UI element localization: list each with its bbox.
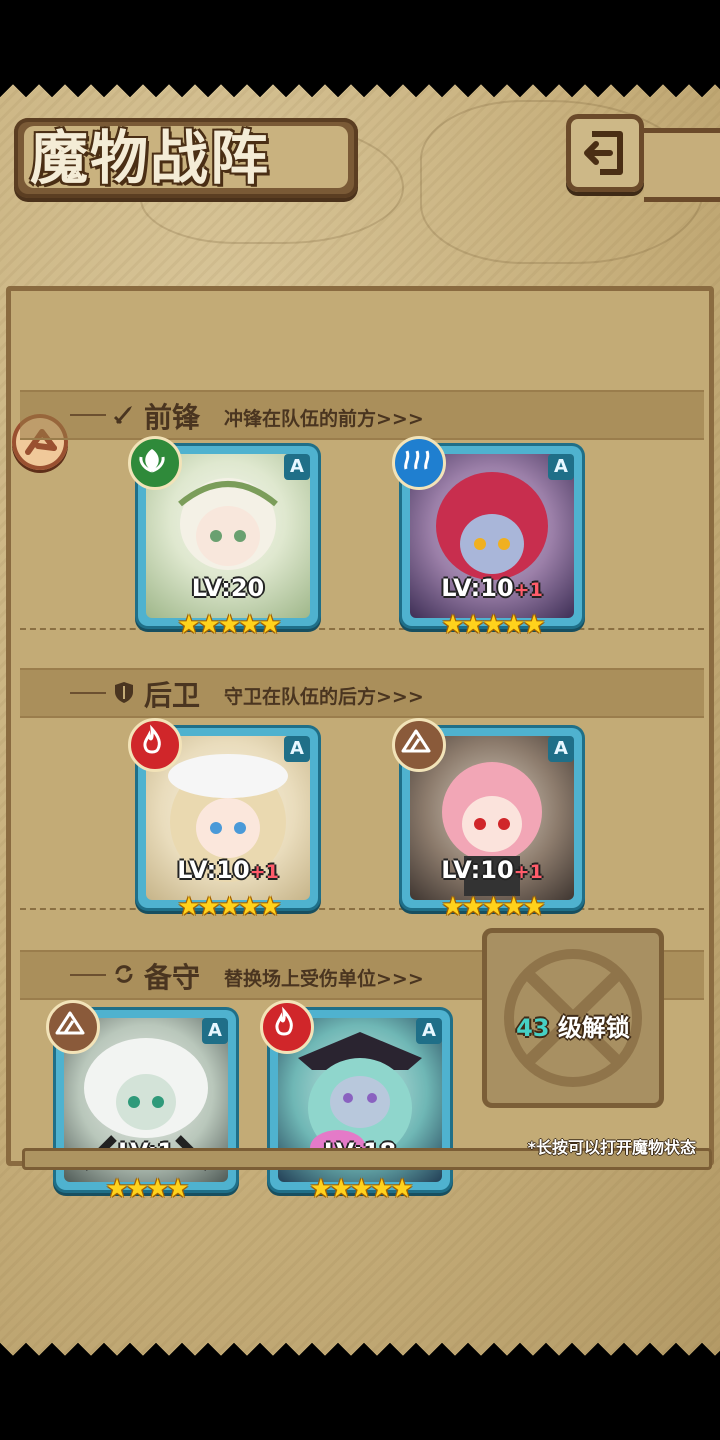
- level-label: LV:10+1: [177, 856, 279, 884]
- formation-tabs: 阵型A 阵型B 阵型C: [0, 218, 720, 360]
- fire-element-icon: [128, 718, 182, 772]
- torn-edge-top: [0, 80, 720, 106]
- section-front: 前锋 冲锋在队伍的前方>>>: [20, 390, 704, 440]
- divider: [20, 908, 704, 910]
- star-rating: ★★★★★: [177, 892, 282, 922]
- monster-card[interactable]: A LV:10+1 ★★★★★: [392, 436, 582, 638]
- star-rating: ★★★★★: [441, 610, 546, 640]
- back-button-frame: [644, 128, 720, 202]
- fire-element-icon: [260, 1000, 314, 1054]
- earth-element-icon: [392, 718, 446, 772]
- monster-card[interactable]: A LV:10+1 ★★★★★: [392, 718, 582, 920]
- long-press-hint: *长按可以打开魔物状态: [527, 1138, 696, 1157]
- unlock-level-label: 43 级解锁: [516, 1014, 630, 1042]
- monster-card[interactable]: A LV:20 ★★★★★: [128, 436, 318, 638]
- rank-badge: A: [284, 736, 310, 762]
- level-label: LV:10+1: [441, 574, 543, 602]
- section-title: 备守: [144, 961, 201, 994]
- rank-badge: A: [548, 454, 574, 480]
- rank-badge: A: [284, 454, 310, 480]
- star-rating: ★★★★★: [177, 610, 282, 640]
- return-arrow-icon: [584, 131, 623, 175]
- leaf-element-icon: [128, 436, 182, 490]
- earth-element-icon: [46, 1000, 100, 1054]
- shield-icon: [115, 682, 133, 703]
- torn-edge-bottom: [0, 1334, 720, 1360]
- monster-card[interactable]: A LV:10+1 ★★★★★: [128, 718, 318, 920]
- rank-badge: A: [202, 1018, 228, 1044]
- back-button[interactable]: [566, 114, 644, 192]
- section-title: 后卫: [144, 679, 201, 712]
- sword-icon: [113, 406, 132, 425]
- level-label: LV:20: [191, 574, 265, 602]
- page-title: 魔物战阵: [30, 124, 271, 192]
- water-element-icon: [392, 436, 446, 490]
- level-label: LV:10+1: [441, 856, 543, 884]
- rank-badge: A: [548, 736, 574, 762]
- locked-slot[interactable]: 43 级解锁: [482, 928, 664, 1108]
- rank-badge: A: [416, 1018, 442, 1044]
- star-rating: ★★★★★: [309, 1174, 414, 1204]
- section-rear: 后卫 守卫在队伍的后方>>>: [20, 668, 704, 718]
- divider: [20, 628, 704, 630]
- swap-icon: [115, 965, 133, 983]
- section-description: 替换场上受伤单位>>>: [224, 968, 424, 990]
- section-title: 前锋: [144, 401, 201, 434]
- section-description: 守卫在队伍的后方>>>: [224, 686, 424, 708]
- section-description: 冲锋在队伍的前方>>>: [224, 408, 424, 430]
- star-rating: ★★★★★: [441, 892, 546, 922]
- star-rating: ★★★★: [105, 1174, 189, 1204]
